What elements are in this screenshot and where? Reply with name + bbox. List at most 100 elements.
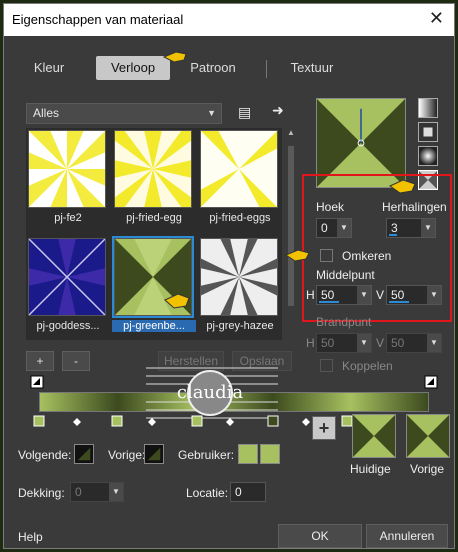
repeats-level-bar [389, 234, 397, 236]
help-link[interactable]: Help [18, 530, 43, 544]
pointing-hand-icon [164, 293, 190, 309]
title-bar: Eigenschappen van materiaal ✕ [4, 4, 454, 36]
current-label: Huidige [350, 462, 391, 476]
prev-color-swatch[interactable] [144, 444, 164, 464]
opacity-label: Dekking: [18, 486, 65, 500]
gradient-thumb-pj-fried-eggs[interactable] [200, 130, 278, 208]
link-label: Koppelen [342, 359, 393, 373]
chevron-down-icon[interactable]: ▼ [357, 286, 371, 304]
rectangular-gradient-type-icon[interactable] [418, 122, 438, 142]
link-checkbox[interactable] [320, 359, 333, 372]
previous-label: Vorige [410, 462, 445, 476]
center-h-level-bar [319, 301, 339, 303]
opacity-stop-icon[interactable] [30, 375, 44, 389]
pointing-hand-icon [284, 249, 310, 262]
center-h-label: H [306, 288, 315, 302]
gradient-thumb-pj-grey-hazee[interactable] [200, 238, 278, 316]
gradient-thumb-pj-goddess[interactable] [28, 238, 106, 316]
library-icon[interactable]: ▤ [238, 104, 251, 121]
pointing-hand-icon [162, 51, 187, 63]
material-properties-dialog: Eigenschappen van materiaal ✕ Kleur Verl… [3, 3, 455, 549]
tab-verloop[interactable]: Verloop [96, 56, 170, 80]
gradient-label: pj-grey-hazee [206, 320, 274, 332]
opacity-spinbox[interactable]: 0 ▼ [70, 482, 124, 502]
center-v-level-bar [389, 301, 409, 303]
angle-label: Hoek [316, 200, 345, 214]
scrollbar-thumb[interactable] [288, 146, 294, 306]
linear-gradient-type-icon[interactable] [418, 98, 438, 118]
focus-v-label: V [376, 336, 385, 350]
midpoint-marker[interactable] [73, 418, 81, 426]
add-stop-button[interactable]: + [312, 416, 336, 440]
angle-value: 0 [321, 221, 328, 235]
chevron-up-icon[interactable]: ▲ [287, 128, 295, 137]
chevron-down-icon[interactable]: ▼ [109, 483, 123, 501]
focus-h-value: 50 [321, 336, 335, 350]
color-stop[interactable] [267, 415, 279, 427]
previous-material-swatch[interactable] [406, 414, 450, 458]
library-scrollbar[interactable]: ▲ [286, 128, 296, 340]
repeats-spinbox[interactable]: 3 ▼ [386, 218, 436, 238]
close-icon[interactable]: ✕ [429, 8, 444, 29]
tab-textuur[interactable]: Textuur [274, 56, 350, 80]
location-input[interactable]: 0 [230, 482, 266, 502]
midpoint-marker[interactable] [148, 418, 156, 426]
cancel-button[interactable]: Annuleren [366, 524, 448, 548]
focus-h-spinbox[interactable]: 50 ▼ [316, 333, 372, 353]
category-dropdown[interactable]: Alles ▼ [26, 103, 222, 124]
chevron-down-icon[interactable]: ▼ [337, 219, 351, 237]
radial-gradient-type-icon[interactable] [418, 146, 438, 166]
chevron-down-icon: ▼ [207, 108, 216, 118]
center-h-value: 50 [321, 288, 335, 302]
repeats-value: 3 [391, 221, 398, 235]
next-label: Volgende: [18, 448, 72, 462]
tab-kleur[interactable]: Kleur [16, 56, 82, 80]
category-selected: Alles [33, 106, 60, 120]
window-title: Eigenschappen van materiaal [12, 12, 184, 27]
ok-button[interactable]: OK [278, 524, 362, 548]
focus-label: Brandpunt [316, 315, 372, 329]
invert-checkbox[interactable] [320, 249, 333, 262]
color-stop[interactable] [191, 415, 203, 427]
chevron-down-icon[interactable]: ▼ [421, 219, 435, 237]
repeats-label: Herhalingen [382, 200, 447, 214]
gradient-label: pj-fried-eggs [209, 212, 271, 224]
focus-v-value: 50 [391, 336, 405, 350]
midpoint-marker[interactable] [226, 418, 234, 426]
angle-spinbox[interactable]: 0 ▼ [316, 218, 352, 238]
center-v-label: V [376, 288, 385, 302]
focus-v-spinbox[interactable]: 50 ▼ [386, 333, 442, 353]
chevron-down-icon[interactable]: ▼ [427, 286, 441, 304]
remove-gradient-button[interactable]: - [62, 351, 90, 371]
next-color-swatch[interactable] [74, 444, 94, 464]
center-label: Middelpunt [316, 268, 375, 282]
center-h-spinbox[interactable]: 50 ▼ [316, 285, 372, 305]
opacity-value: 0 [75, 485, 82, 499]
color-stop[interactable] [111, 415, 123, 427]
focus-h-label: H [306, 336, 315, 350]
opacity-stop-icon[interactable] [424, 375, 438, 389]
invert-label: Omkeren [342, 249, 392, 263]
watermark-text: claudia [177, 382, 243, 403]
location-label: Locatie: [186, 486, 229, 500]
user-color-swatch-1[interactable] [238, 444, 258, 464]
gradient-label: pj-goddess... [36, 320, 100, 332]
gradient-label: pj-fried-egg [126, 212, 182, 224]
center-v-spinbox[interactable]: 50 ▼ [386, 285, 442, 305]
chevron-down-icon[interactable]: ▼ [427, 334, 441, 352]
chevron-down-icon[interactable]: ▼ [357, 334, 371, 352]
midpoint-marker[interactable] [302, 418, 310, 426]
color-stop[interactable] [341, 415, 353, 427]
current-material-swatch[interactable] [352, 414, 396, 458]
user-color-swatch-2[interactable] [260, 444, 280, 464]
gradient-label-selected: pj-greenbe... [112, 320, 196, 332]
location-value: 0 [235, 485, 242, 499]
add-gradient-button[interactable]: + [26, 351, 54, 371]
color-stop[interactable] [33, 415, 45, 427]
prev-label: Vorige: [108, 448, 146, 462]
user-label: Gebruiker: [178, 448, 235, 462]
gradient-thumb-pj-fried-egg[interactable] [114, 130, 192, 208]
gradient-thumb-pj-fe2[interactable] [28, 130, 106, 208]
arrow-right-icon[interactable]: ➜ [272, 102, 284, 119]
gradient-label: pj-fe2 [54, 212, 82, 224]
